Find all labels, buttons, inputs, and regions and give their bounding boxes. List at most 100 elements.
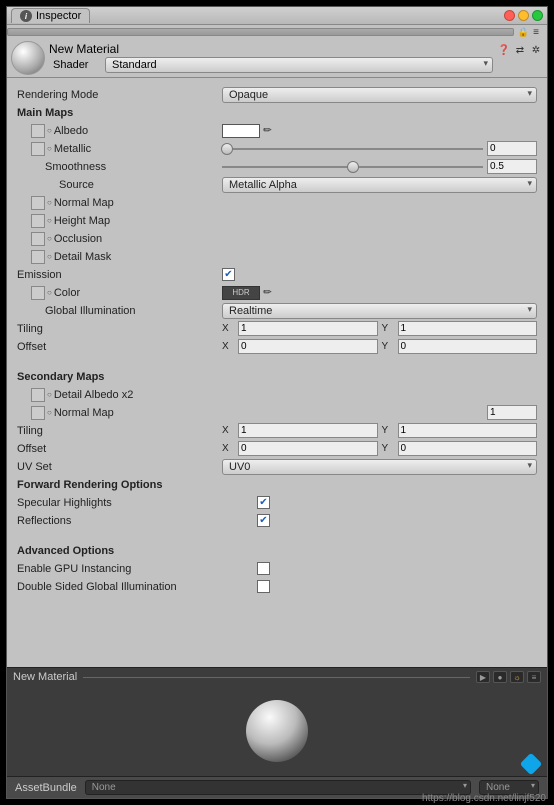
minimize-button[interactable] — [518, 10, 529, 21]
expand-icon[interactable]: ○ — [47, 216, 52, 225]
smoothness-slider[interactable] — [222, 160, 483, 174]
preset-icon[interactable]: ⇄ — [513, 43, 527, 57]
offset2-y-field[interactable] — [398, 441, 538, 456]
shader-label: Shader — [49, 59, 99, 71]
source-dropdown[interactable]: Metallic Alpha — [222, 177, 537, 193]
tiling2-x-field[interactable] — [238, 423, 378, 438]
gi-label: Global Illumination — [45, 305, 136, 317]
albedo-color-swatch[interactable] — [222, 124, 260, 138]
sphere-icon[interactable]: ● — [493, 671, 507, 683]
grid-icon[interactable]: ≡ — [527, 671, 541, 683]
specular-checkbox[interactable] — [257, 496, 270, 509]
eyedropper-icon[interactable]: ✎ — [261, 124, 275, 138]
material-preview-sphere — [246, 700, 308, 762]
x-label: X — [222, 323, 234, 334]
preview-viewport[interactable] — [7, 686, 547, 776]
light-icon[interactable]: ☼ — [510, 671, 524, 683]
y-label: Y — [382, 323, 394, 334]
popup-handle[interactable] — [7, 28, 514, 36]
help-icon[interactable]: ❓ — [497, 43, 511, 57]
offset-x-field[interactable] — [238, 339, 378, 354]
albedo-label: Albedo — [54, 125, 88, 137]
metallic-value-field[interactable] — [487, 141, 537, 156]
shader-dropdown[interactable]: Standard — [105, 57, 493, 73]
emission-hdr-swatch[interactable]: HDR — [222, 286, 260, 300]
x-label: X — [222, 425, 234, 436]
titlebar: i Inspector — [7, 7, 547, 25]
metallic-label: Metallic — [54, 143, 91, 155]
detail-albedo-texture-slot[interactable] — [31, 388, 45, 402]
offset-label: Offset — [17, 341, 46, 353]
specular-label: Specular Highlights — [17, 497, 112, 509]
detail-mask-label: Detail Mask — [54, 251, 111, 263]
doublesided-gi-label: Double Sided Global Illumination — [17, 581, 177, 593]
occlusion-texture-slot[interactable] — [31, 232, 45, 246]
emission-color-texture-slot[interactable] — [31, 286, 45, 300]
uvset-dropdown[interactable]: UV0 — [222, 459, 537, 475]
reflections-label: Reflections — [17, 515, 71, 527]
close-button[interactable] — [504, 10, 515, 21]
offset2-x-field[interactable] — [238, 441, 378, 456]
reflections-checkbox[interactable] — [257, 514, 270, 527]
tiling-label: Tiling — [17, 323, 43, 335]
expand-icon[interactable]: ○ — [47, 288, 52, 297]
assetbundle-label: AssetBundle — [15, 782, 77, 794]
normalmap2-texture-slot[interactable] — [31, 406, 45, 420]
material-preview-thumb — [11, 41, 45, 75]
gpu-instancing-label: Enable GPU Instancing — [17, 563, 131, 575]
uvset-label: UV Set — [17, 461, 52, 473]
expand-icon[interactable]: ○ — [47, 144, 52, 153]
tiling-y-field[interactable] — [398, 321, 538, 336]
expand-icon[interactable]: ○ — [47, 252, 52, 261]
forward-rendering-header: Forward Rendering Options — [17, 479, 222, 491]
tiling-x-field[interactable] — [238, 321, 378, 336]
occlusion-label: Occlusion — [54, 233, 102, 245]
preview-panel: New Material ▶ ● ☼ ≡ AssetBundle None No… — [7, 667, 547, 798]
secondary-maps-header: Secondary Maps — [17, 371, 222, 383]
header-info: New Material Shader Standard — [49, 41, 493, 73]
inspector-content: Rendering Mode Opaque Main Maps ○Albedo … — [7, 78, 547, 667]
metallic-slider[interactable] — [222, 142, 483, 156]
expand-icon[interactable]: ○ — [47, 198, 52, 207]
metallic-texture-slot[interactable] — [31, 142, 45, 156]
offset-y-field[interactable] — [398, 339, 538, 354]
rendering-mode-label: Rendering Mode — [17, 89, 222, 101]
advanced-options-header: Advanced Options — [17, 545, 222, 557]
tiling2-y-field[interactable] — [398, 423, 538, 438]
window-controls — [504, 10, 543, 21]
expand-icon[interactable]: ○ — [47, 234, 52, 243]
rendering-mode-dropdown[interactable]: Opaque — [222, 87, 537, 103]
expand-icon[interactable]: ○ — [47, 390, 52, 399]
normal-map2-label: Normal Map — [54, 407, 114, 419]
gear-icon[interactable]: ✲ — [529, 43, 543, 57]
normalmap2-value-field[interactable] — [487, 405, 537, 420]
play-icon[interactable]: ▶ — [476, 671, 490, 683]
emission-checkbox[interactable] — [222, 268, 235, 281]
offset2-label: Offset — [17, 443, 46, 455]
watermark: https://blog.csdn.net/linjf520 — [422, 793, 546, 804]
gpu-instancing-checkbox[interactable] — [257, 562, 270, 575]
detailmask-texture-slot[interactable] — [31, 250, 45, 264]
assetbundle-name-dropdown[interactable]: None — [85, 780, 471, 795]
expand-icon[interactable]: ○ — [47, 126, 52, 135]
doublesided-gi-checkbox[interactable] — [257, 580, 270, 593]
header-toolbar: ❓ ⇄ ✲ — [497, 41, 543, 57]
maximize-button[interactable] — [532, 10, 543, 21]
smoothness-value-field[interactable] — [487, 159, 537, 174]
normalmap-texture-slot[interactable] — [31, 196, 45, 210]
smoothness-label: Smoothness — [45, 161, 106, 173]
inspector-tab[interactable]: i Inspector — [11, 8, 90, 23]
material-name: New Material — [49, 41, 493, 57]
context-menu-icon[interactable]: ≡ — [529, 25, 543, 39]
lock-icon[interactable]: 🔒 — [518, 27, 529, 38]
emission-label: Emission — [17, 269, 62, 281]
expand-icon[interactable]: ○ — [47, 408, 52, 417]
preview-header[interactable]: New Material ▶ ● ☼ ≡ — [7, 668, 547, 686]
eyedropper-icon[interactable]: ✎ — [261, 286, 275, 300]
heightmap-texture-slot[interactable] — [31, 214, 45, 228]
albedo-texture-slot[interactable] — [31, 124, 45, 138]
gi-dropdown[interactable]: Realtime — [222, 303, 537, 319]
inspector-window: i Inspector 🔒 ≡ New Material Shader Stan… — [6, 6, 548, 799]
x-label: X — [222, 341, 234, 352]
tag-icon[interactable] — [520, 753, 543, 776]
